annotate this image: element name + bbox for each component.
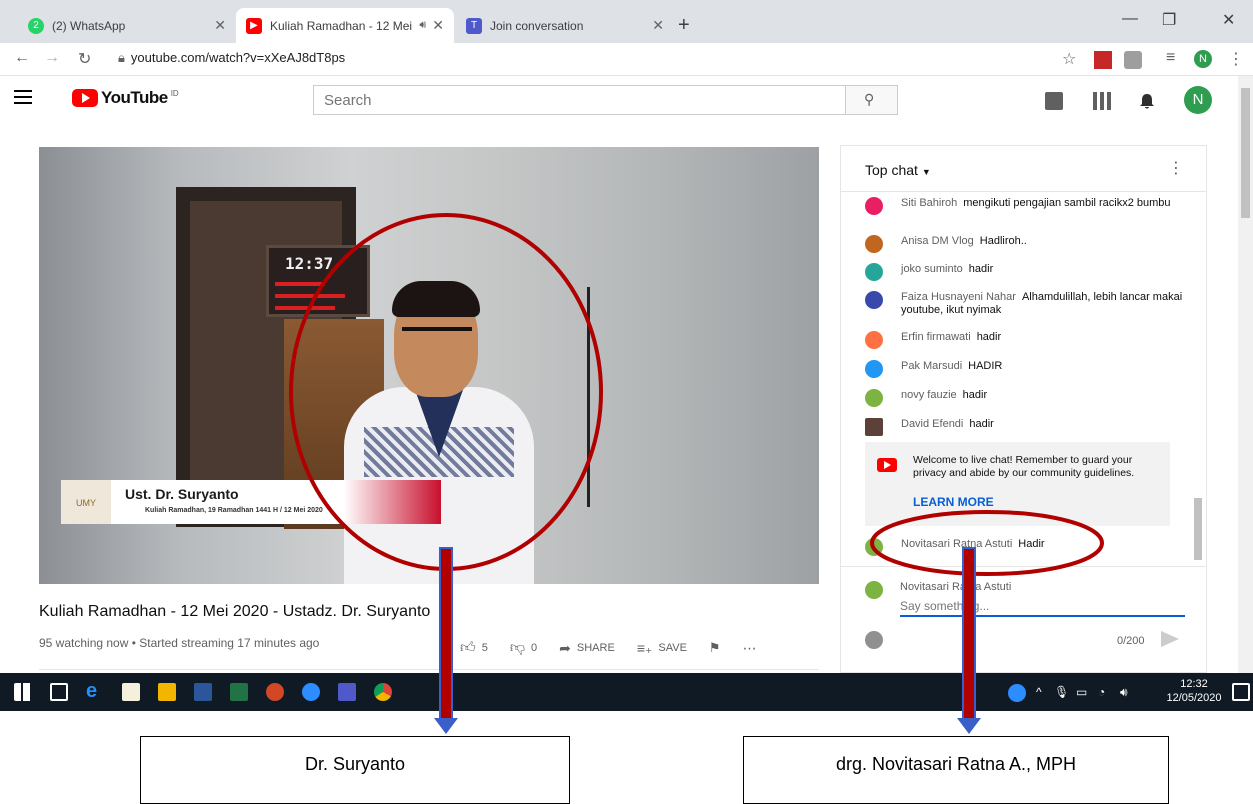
highlight-ellipse-chat	[870, 510, 1104, 576]
arrow-shaft-left	[439, 547, 453, 723]
annotation-overlay	[289, 213, 1104, 734]
arrow-head-left	[434, 718, 458, 734]
arrow-head-right	[957, 718, 981, 734]
caption-box-right: drg. Novitasari Ratna A., MPH	[743, 736, 1169, 804]
arrow-shaft-right	[962, 547, 976, 723]
highlight-ellipse-speaker	[289, 213, 603, 571]
caption-box-left: Dr. Suryanto	[140, 736, 570, 804]
